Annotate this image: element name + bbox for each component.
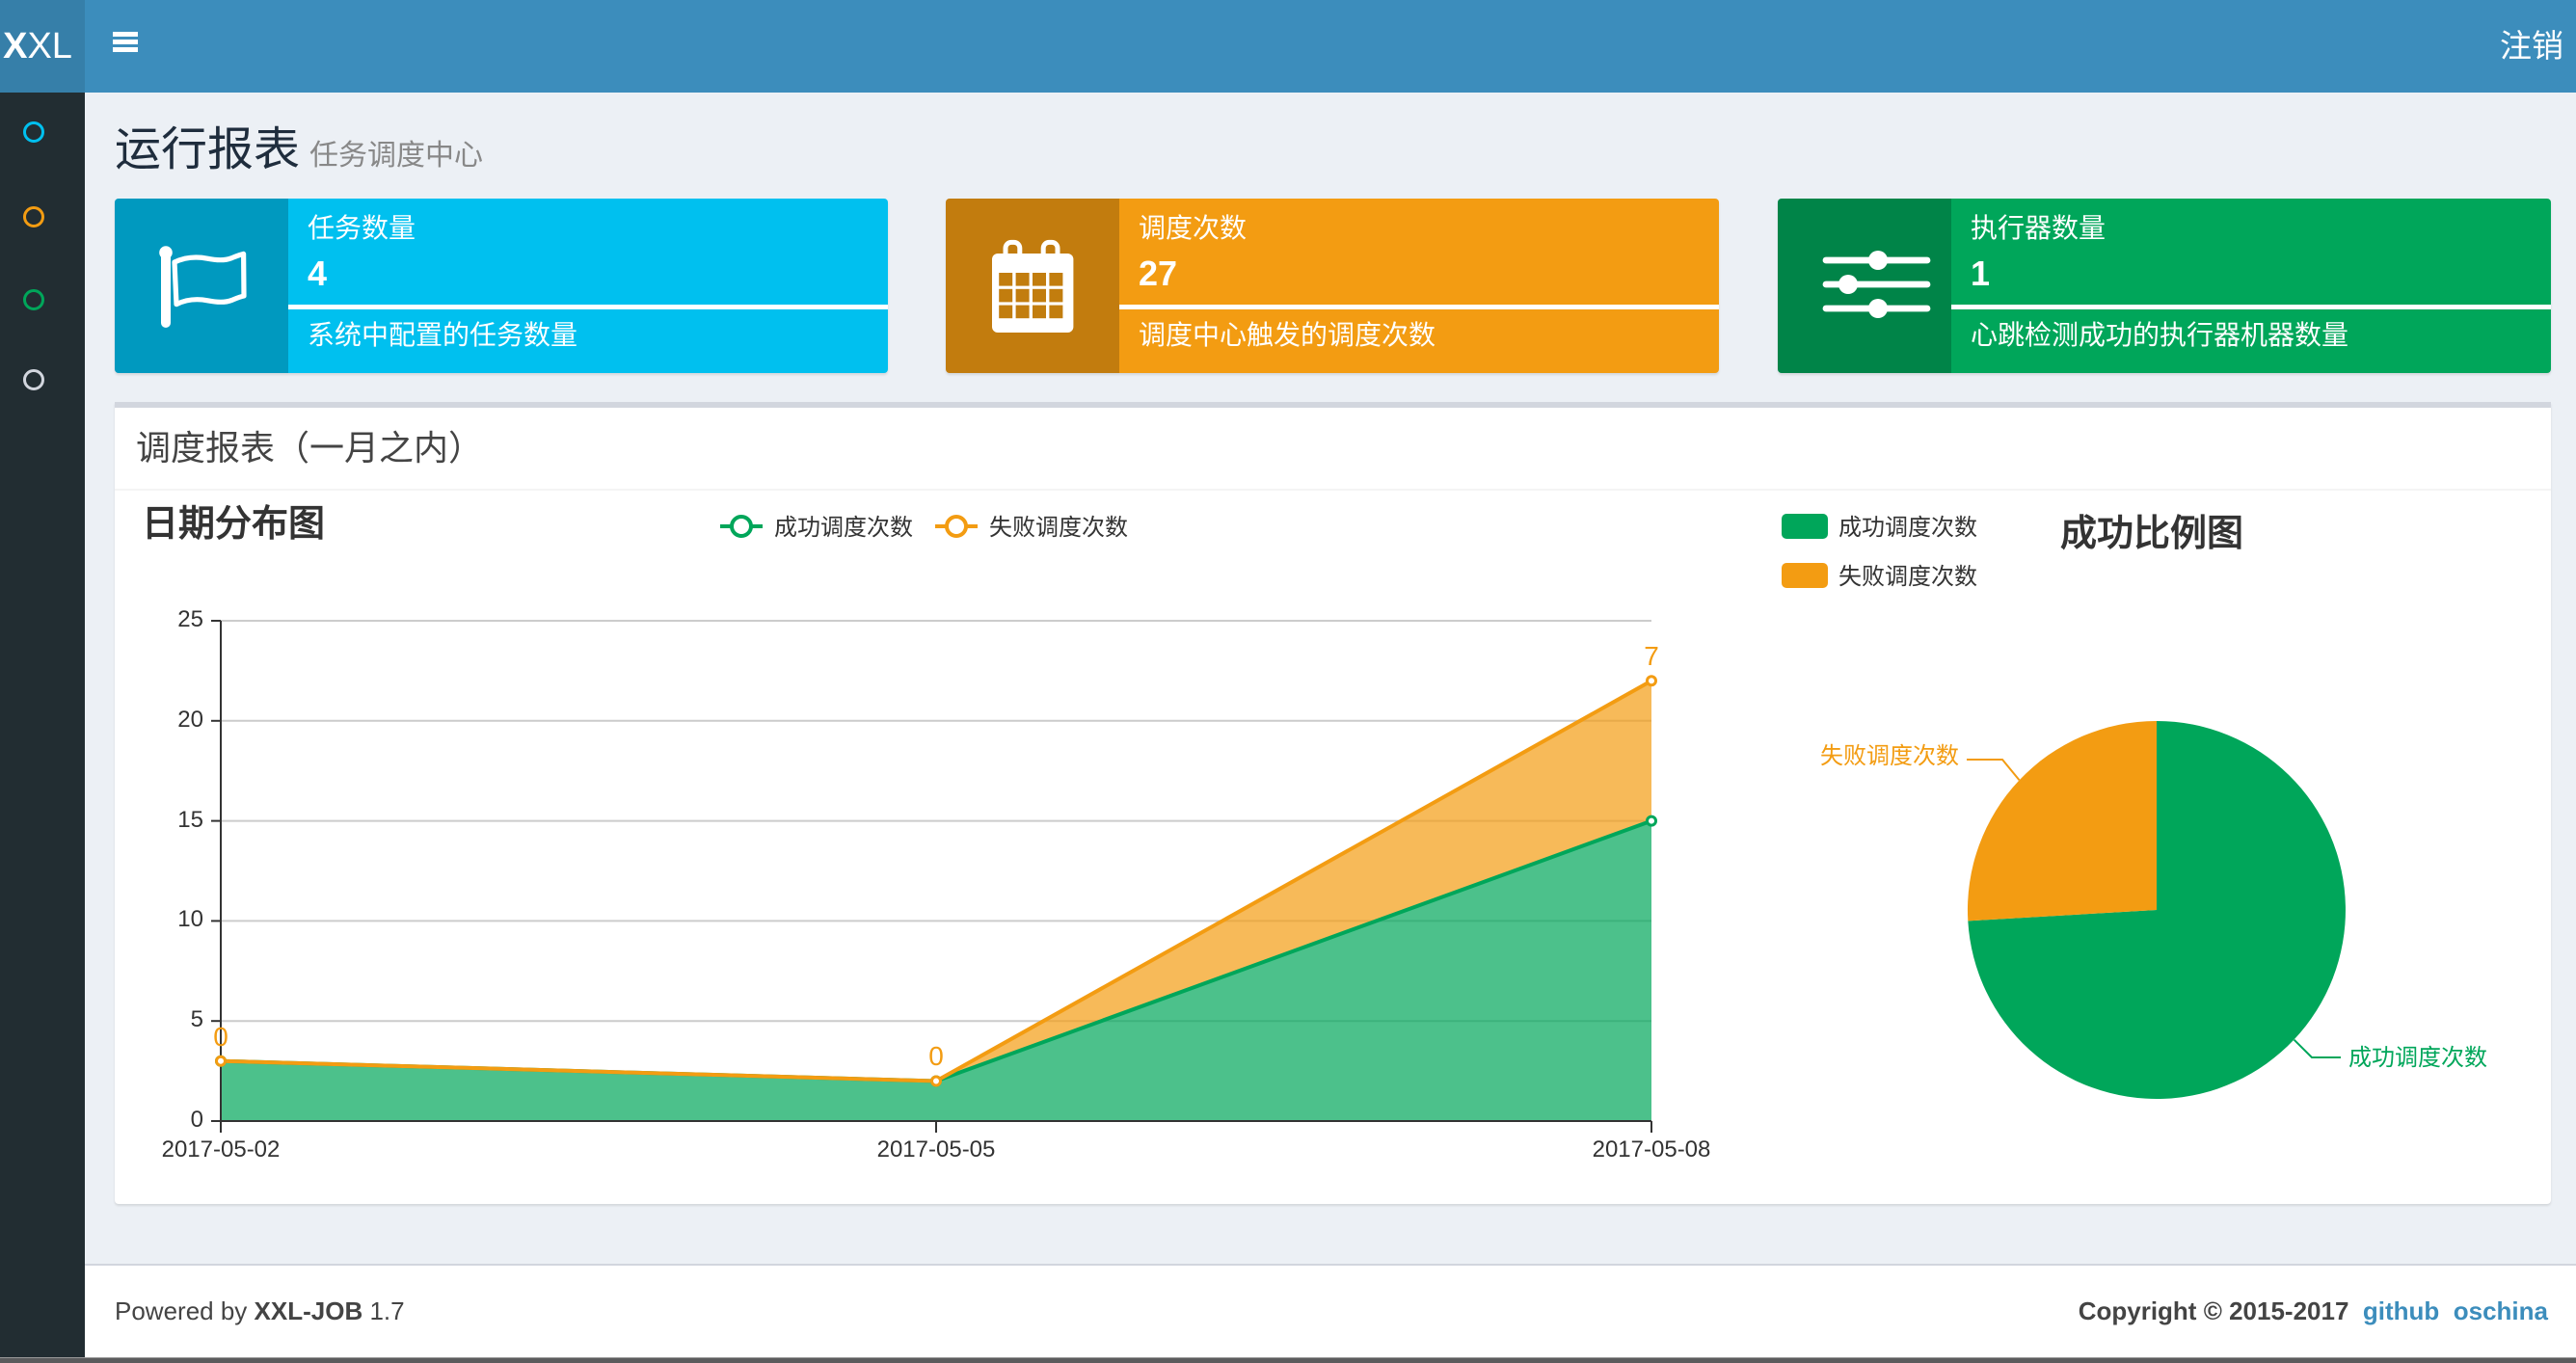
svg-text:成功比例图: 成功比例图 [2060, 514, 2243, 554]
svg-text:失败调度次数: 失败调度次数 [989, 515, 1128, 541]
svg-text:5: 5 [191, 1006, 203, 1032]
svg-text:0: 0 [213, 1022, 228, 1052]
svg-text:成功调度次数: 成功调度次数 [774, 515, 913, 541]
svg-text:日期分布图: 日期分布图 [142, 504, 325, 545]
svg-text:20: 20 [177, 707, 203, 733]
svg-text:25: 25 [177, 606, 203, 632]
svg-text:0: 0 [928, 1041, 944, 1071]
svg-text:失败调度次数: 失败调度次数 [1838, 564, 1977, 590]
svg-text:0: 0 [191, 1107, 203, 1133]
svg-text:2017-05-02: 2017-05-02 [162, 1136, 281, 1163]
svg-text:15: 15 [177, 807, 203, 833]
svg-text:7: 7 [1644, 641, 1659, 671]
svg-text:10: 10 [177, 906, 203, 932]
svg-text:2017-05-05: 2017-05-05 [877, 1136, 996, 1163]
svg-text:成功调度次数: 成功调度次数 [2348, 1045, 2487, 1071]
svg-text:成功调度次数: 成功调度次数 [1838, 515, 1977, 541]
svg-text:2017-05-08: 2017-05-08 [1593, 1136, 1711, 1163]
svg-text:失败调度次数: 失败调度次数 [1820, 743, 1959, 769]
